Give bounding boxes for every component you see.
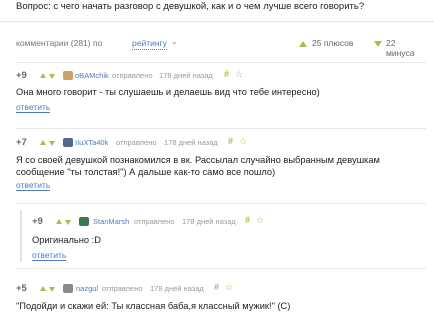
author-link[interactable]: nazgul (76, 284, 98, 293)
comment-reply: +9 StanMarsh отправлено 178 дней назад #… (32, 215, 426, 262)
downvote-icon[interactable] (65, 220, 71, 225)
divider (16, 128, 426, 129)
star-icon[interactable]: ☆ (256, 215, 264, 226)
comment-meta: +7 IIuXTa40k отправлено 178 дней назад #… (16, 136, 426, 149)
downvote-icon[interactable] (49, 74, 55, 79)
comment-text: Оригинально :D (32, 235, 101, 245)
avatar[interactable] (79, 217, 89, 226)
comment: +5 nazgul отправлено 178 дней назад # ☆ … (16, 282, 426, 319)
question-text: Вопрос: с чего начать разговор с девушко… (16, 1, 365, 12)
nesting-indicator (20, 210, 22, 262)
comment-text-line-2: сообщение "ты толстая!") А дальше как-то… (16, 167, 276, 177)
author-link[interactable]: IIuXTa40k (75, 138, 108, 147)
permalink-icon[interactable]: # (214, 282, 219, 292)
divider (16, 62, 426, 63)
author-link[interactable]: oBAMchik (75, 71, 109, 80)
star-icon[interactable]: ☆ (225, 282, 233, 293)
avatar[interactable] (63, 138, 73, 147)
reply-link[interactable]: ответить (16, 102, 51, 113)
minus-count: 22 минуса (386, 38, 415, 58)
plus-count: 25 плюсов (312, 38, 354, 48)
comments-header: комментарии (281) по рейтингу ⌄ 25 плюсо… (16, 37, 426, 58)
sort-dropdown[interactable]: рейтингу (132, 38, 167, 50)
timestamp: 178 дней назад (159, 71, 213, 80)
divider (16, 203, 426, 204)
comment-rating: +9 (16, 70, 27, 81)
permalink-icon[interactable]: # (228, 136, 233, 146)
author-link[interactable]: StanMarsh (93, 217, 129, 226)
avatar[interactable] (63, 284, 73, 293)
avatar[interactable] (63, 71, 73, 80)
upvote-icon[interactable] (40, 73, 46, 78)
downvote-icon[interactable] (49, 287, 55, 292)
star-icon[interactable]: ☆ (235, 69, 243, 80)
sent-label: отправлено (134, 217, 175, 226)
comment-meta: +5 nazgul отправлено 178 дней назад # ☆ (16, 282, 426, 295)
permalink-icon[interactable]: # (245, 215, 250, 225)
timestamp: 178 дней назад (150, 284, 204, 293)
reply-link[interactable]: ответить (32, 250, 67, 261)
comment: +7 IIuXTa40k отправлено 178 дней назад #… (16, 136, 426, 197)
sent-label: отправлено (112, 71, 153, 80)
permalink-icon[interactable]: # (224, 69, 229, 79)
comment-text-line-1: Я со своей девушкой познакомился в вк. Р… (16, 155, 380, 165)
chevron-down-icon[interactable]: ⌄ (171, 37, 178, 46)
downvote-icon[interactable] (49, 141, 55, 146)
question-bar: Вопрос: с чего начать разговор с девушко… (0, 0, 434, 22)
comment-meta: +9 oBAMchik отправлено 178 дней назад # … (16, 69, 426, 82)
upvote-icon[interactable] (40, 140, 46, 145)
star-icon[interactable]: ☆ (239, 136, 247, 147)
comment-rating: +9 (32, 216, 43, 227)
comment-rating: +5 (16, 283, 27, 294)
upvote-icon[interactable] (56, 219, 62, 224)
comment: +9 oBAMchik отправлено 178 дней назад # … (16, 69, 426, 122)
timestamp: 178 дней назад (182, 217, 236, 226)
divider (16, 268, 426, 269)
upvote-icon[interactable] (40, 286, 46, 291)
sent-label: отправлено (102, 284, 143, 293)
timestamp: 178 дней назад (164, 138, 218, 147)
sent-label: отправлено (116, 138, 157, 147)
plus-triangle-icon (299, 41, 307, 47)
comment-text: Она много говорит - ты слушаешь и делаеш… (16, 87, 320, 97)
comments-count: комментарии (281) по (16, 38, 103, 48)
reply-link[interactable]: ответить (16, 180, 51, 191)
comment-meta: +9 StanMarsh отправлено 178 дней назад #… (32, 215, 426, 228)
comment-text: "Подойди и скажи ей: Ты классная баба,я … (16, 301, 291, 311)
minus-triangle-icon (374, 41, 382, 47)
comment-rating: +7 (16, 137, 27, 148)
